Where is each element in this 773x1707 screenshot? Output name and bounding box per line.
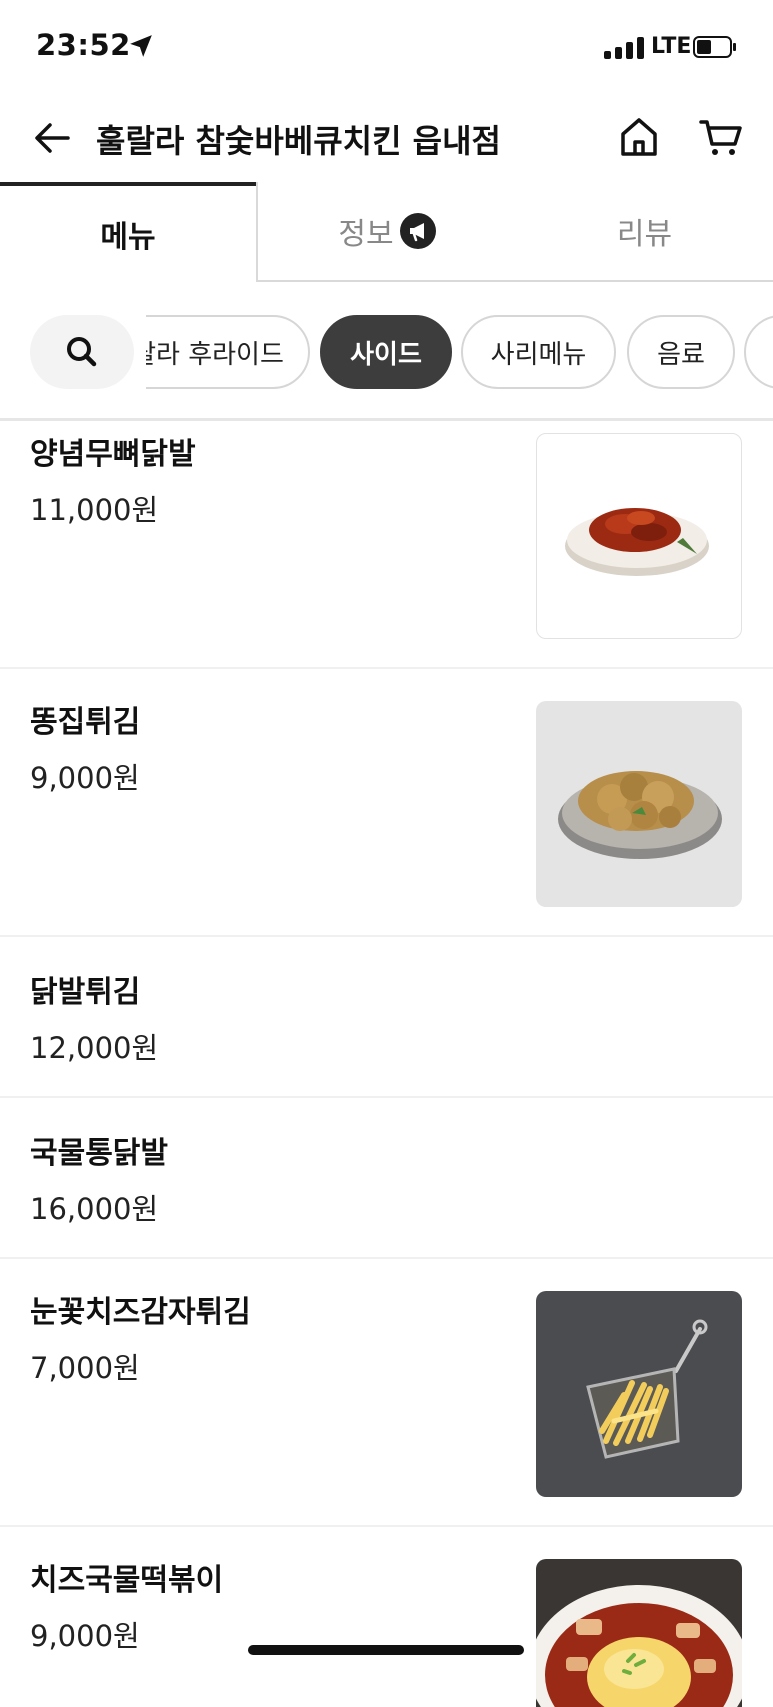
chip-next[interactable]	[744, 315, 773, 389]
menu-item[interactable]: 눈꽃치즈감자튀김 7,000원	[0, 1259, 773, 1527]
menu-item-image	[536, 433, 742, 639]
menu-item-name: 국물통닭발	[30, 1136, 168, 1171]
location-arrow-icon	[130, 35, 152, 57]
spicy-boneless-chicken-feet-photo	[565, 508, 709, 576]
battery-icon	[693, 36, 736, 58]
tab-info[interactable]: 정보	[256, 182, 516, 282]
tab-review-label: 리뷰	[616, 217, 673, 252]
back-arrow-icon[interactable]	[28, 114, 76, 162]
menu-item[interactable]: 똥집튀김 9,000원	[0, 669, 773, 937]
menu-item-price: 9,000원	[30, 761, 140, 795]
chip-label: 음료	[657, 339, 705, 370]
megaphone-icon	[399, 213, 436, 249]
menu-item-price: 12,000원	[30, 1031, 159, 1065]
cart-icon[interactable]	[696, 112, 746, 162]
category-search-button[interactable]	[30, 315, 134, 389]
chip-drinks[interactable]: 음료	[627, 315, 735, 389]
category-chips: 랄라 후라이드 사이드 사리메뉴 음료	[0, 300, 773, 406]
store-title: 훌랄라 참숯바베큐치킨 읍내점	[96, 122, 502, 160]
menu-item-price: 9,000원	[30, 1619, 140, 1653]
chip-label: 랄라 후라이드	[146, 339, 284, 370]
menu-item[interactable]: 국물통닭발 16,000원	[0, 1098, 773, 1259]
network-label: LTE	[651, 34, 692, 59]
status-time: 23:52	[36, 28, 131, 62]
home-icon[interactable]	[614, 112, 664, 162]
menu-item[interactable]: 양념무뼈닭발 11,000원	[0, 421, 773, 669]
menu-item-name: 치즈국물떡볶이	[30, 1563, 224, 1598]
home-indicator[interactable]	[248, 1645, 524, 1655]
menu-item-name: 똥집튀김	[30, 705, 141, 740]
menu-item[interactable]: 닭발튀김 12,000원	[0, 937, 773, 1098]
menu-item-name: 양념무뼈닭발	[30, 437, 196, 472]
menu-item[interactable]: 치즈국물떡볶이 9,000원	[0, 1527, 773, 1707]
tab-menu-label: 메뉴	[100, 220, 156, 255]
chip-side[interactable]: 사이드	[320, 315, 452, 389]
signal-icon	[604, 37, 648, 59]
chip-track: 랄라 후라이드 사이드 사리메뉴 음료	[146, 315, 773, 389]
menu-list: 양념무뼈닭발 11,000원 똥집튀김 9,000원 닭발튀김 12,000원 …	[0, 421, 773, 1707]
menu-item-price: 11,000원	[30, 493, 159, 527]
menu-item-price: 16,000원	[30, 1192, 159, 1226]
fried-gizzard-photo	[558, 771, 722, 859]
chip-label: 사리메뉴	[490, 339, 587, 370]
chip-fried[interactable]: 랄라 후라이드	[146, 315, 310, 389]
store-tabs: 메뉴 정보 리뷰	[0, 182, 773, 284]
menu-item-image	[536, 1291, 742, 1497]
chip-sari-menu[interactable]: 사리메뉴	[461, 315, 616, 389]
menu-item-image	[536, 701, 742, 907]
menu-item-name: 눈꽃치즈감자튀김	[30, 1295, 251, 1330]
cheese-tteokbokki-photo	[536, 1585, 742, 1707]
search-icon	[67, 337, 97, 367]
tab-menu[interactable]: 메뉴	[0, 182, 256, 282]
menu-item-price: 7,000원	[30, 1351, 140, 1385]
cheese-fries-basket-photo	[586, 1319, 708, 1459]
menu-item-image	[536, 1559, 742, 1707]
chip-label: 사이드	[350, 339, 422, 370]
tab-review[interactable]: 리뷰	[516, 182, 773, 282]
store-header: 훌랄라 참숯바베큐치킨 읍내점	[0, 96, 773, 184]
status-bar: 23:52 LTE	[0, 0, 773, 96]
menu-item-name: 닭발튀김	[30, 975, 141, 1010]
tab-info-label: 정보	[338, 217, 394, 252]
